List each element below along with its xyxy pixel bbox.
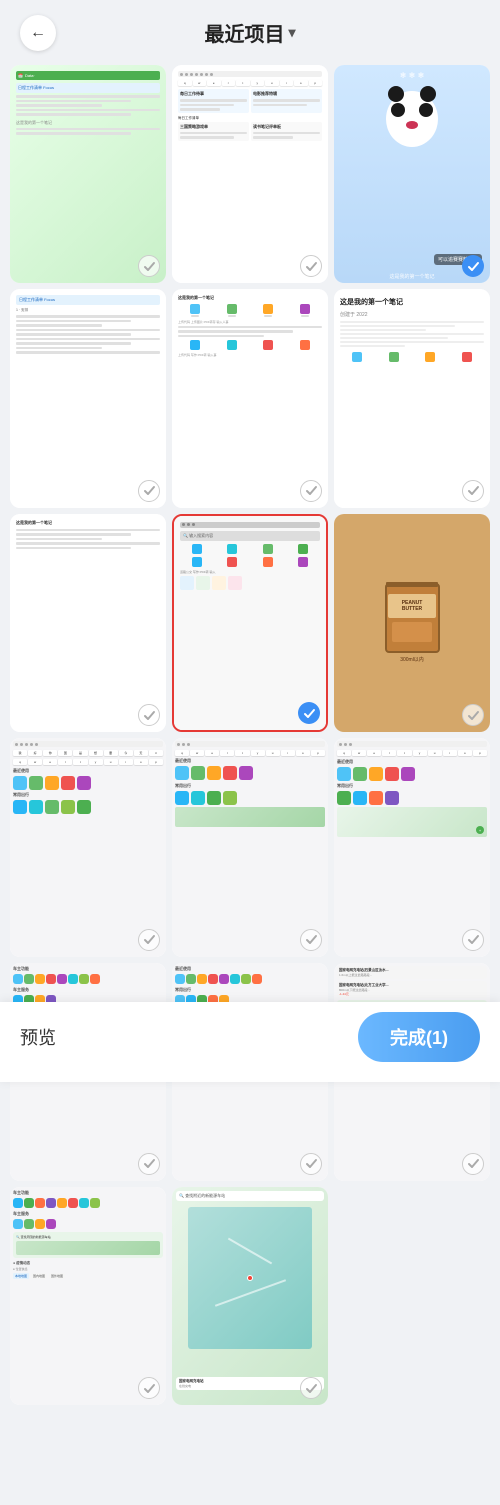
thumbnail-item[interactable]: ❄ ❄ ❄ 可以追赛赛精精来 这是我的第一个笔记 xyxy=(334,65,490,283)
thumbnail-item[interactable]: 这是我的第一个笔记 xyxy=(10,514,166,732)
thumbnail-item[interactable]: 日程工作清单 Focus 1 · 安排 xyxy=(10,289,166,507)
thumbnail-item[interactable]: 车主功能 车主服务 xyxy=(10,1187,166,1405)
thumbnail-grid: 📅Data· 日程工作清单 Focus 这是我的第一个笔记 xyxy=(0,61,500,1505)
back-button[interactable]: ← xyxy=(20,15,56,51)
select-check[interactable] xyxy=(462,704,484,726)
header: ← 最近项目 ▾ xyxy=(0,0,500,61)
thumbnail-item[interactable]: qwertyuiop 最近使用 常用出行 xyxy=(172,738,328,956)
select-check[interactable] xyxy=(138,704,160,726)
select-check[interactable] xyxy=(462,480,484,502)
thumbnail-item[interactable]: 我好你国是想要今天∨ qwertyuiop 最近使用 常用出行 xyxy=(10,738,166,956)
select-check[interactable] xyxy=(462,1153,484,1175)
thumbnail-item[interactable]: 🔍 查找附近的新能源车站 国家电网充电站 在线充电 xyxy=(172,1187,328,1405)
bottom-bar: 预览 完成(1) xyxy=(0,1002,500,1082)
done-button[interactable]: 完成(1) xyxy=(358,1012,480,1062)
page-title: 最近项目 ▾ xyxy=(204,18,295,47)
select-check[interactable] xyxy=(300,1153,322,1175)
preview-button[interactable]: 预览 xyxy=(20,1024,56,1050)
chevron-down-icon[interactable]: ▾ xyxy=(288,24,295,41)
thumbnail-item[interactable]: 这是我的第一个笔记 创建于 2022 xyxy=(334,289,490,507)
title-text: 最近项目 xyxy=(204,18,284,47)
select-check[interactable] xyxy=(138,929,160,951)
select-check[interactable] xyxy=(138,480,160,502)
select-check[interactable] xyxy=(298,702,320,724)
thumbnail-item[interactable]: 📅Data· 日程工作清单 Focus 这是我的第一个笔记 xyxy=(10,65,166,283)
thumbnail-item[interactable]: qwertyuiop 最近使用 常用出行 xyxy=(334,738,490,956)
select-check[interactable] xyxy=(462,929,484,951)
select-check[interactable] xyxy=(300,929,322,951)
select-check[interactable] xyxy=(300,480,322,502)
select-check[interactable] xyxy=(138,1153,160,1175)
back-arrow-icon: ← xyxy=(30,24,46,42)
thumbnail-item[interactable]: PEANUTBUTTER 300ml以内 xyxy=(334,514,490,732)
thumbnail-item[interactable]: 这是我的第一个笔记 上传代码 上传图片 PDF转存 输入人事 xyxy=(172,289,328,507)
thumbnail-item[interactable]: 🔍 输入搜索内容 道路公交 写作 PDF转 输入 xyxy=(172,514,328,732)
thumbnail-item[interactable]: qwertyuiop 毎日工作待事 电影推荐特辑 xyxy=(172,65,328,283)
